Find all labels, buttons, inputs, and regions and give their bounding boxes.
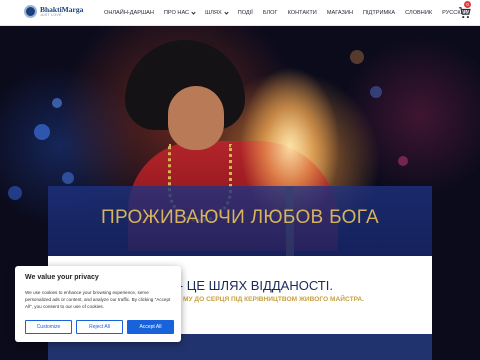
- cookie-text: We use cookies to enhance your browsing …: [25, 290, 171, 310]
- person-face: [168, 86, 224, 150]
- logo-name: BhaktiMarga: [40, 4, 84, 14]
- bokeh-light: [8, 186, 22, 200]
- customize-button[interactable]: Customize: [25, 320, 72, 334]
- nav-glossary[interactable]: СЛОВНИК: [405, 10, 432, 16]
- nav-shop[interactable]: МАГАЗИН: [327, 10, 353, 16]
- cookie-button-row: Customize Reject All Accept All: [25, 320, 174, 334]
- cart-count-badge: 0: [464, 1, 471, 8]
- accept-all-button[interactable]: Accept All: [127, 320, 174, 334]
- bokeh-light: [398, 156, 408, 166]
- nav-online-darshan[interactable]: ОНЛАЙН-ДАРШАН: [104, 10, 154, 16]
- logo[interactable]: BhaktiMarga JUST LOVE: [24, 5, 83, 18]
- cookie-title: We value your privacy: [25, 274, 99, 281]
- reject-all-button[interactable]: Reject All: [76, 320, 123, 334]
- bokeh-light: [62, 172, 74, 184]
- nav-events[interactable]: ПОДІЇ: [238, 10, 253, 16]
- bokeh-light: [370, 86, 382, 98]
- nav-path[interactable]: ШЛЯХ: [205, 9, 229, 16]
- nav-support[interactable]: ПІДТРИМКА: [363, 10, 395, 16]
- cookie-consent-dialog: We value your privacy We use cookies to …: [15, 266, 181, 342]
- main-nav: ОНЛАЙН-ДАРШАН ПРО НАС ШЛЯХ ПОДІЇ БЛОГ КО…: [104, 0, 479, 26]
- hero-title: ПРОЖИВАЮЧИ ЛЮБОВ БОГА: [100, 207, 380, 228]
- bokeh-light: [350, 50, 364, 64]
- logo-icon: [24, 5, 37, 18]
- site-header: BhaktiMarga JUST LOVE ОНЛАЙН-ДАРШАН ПРО …: [0, 0, 480, 26]
- chevron-down-icon: [224, 9, 229, 15]
- nav-about[interactable]: ПРО НАС: [164, 9, 196, 16]
- bokeh-light: [52, 98, 62, 108]
- nav-blog[interactable]: БЛОГ: [263, 10, 278, 16]
- bokeh-light: [34, 124, 50, 140]
- cart-icon[interactable]: [458, 6, 472, 20]
- logo-tag: JUST LOVE: [40, 13, 62, 17]
- chevron-down-icon: [191, 9, 196, 15]
- nav-contacts[interactable]: КОНТАКТИ: [288, 10, 317, 16]
